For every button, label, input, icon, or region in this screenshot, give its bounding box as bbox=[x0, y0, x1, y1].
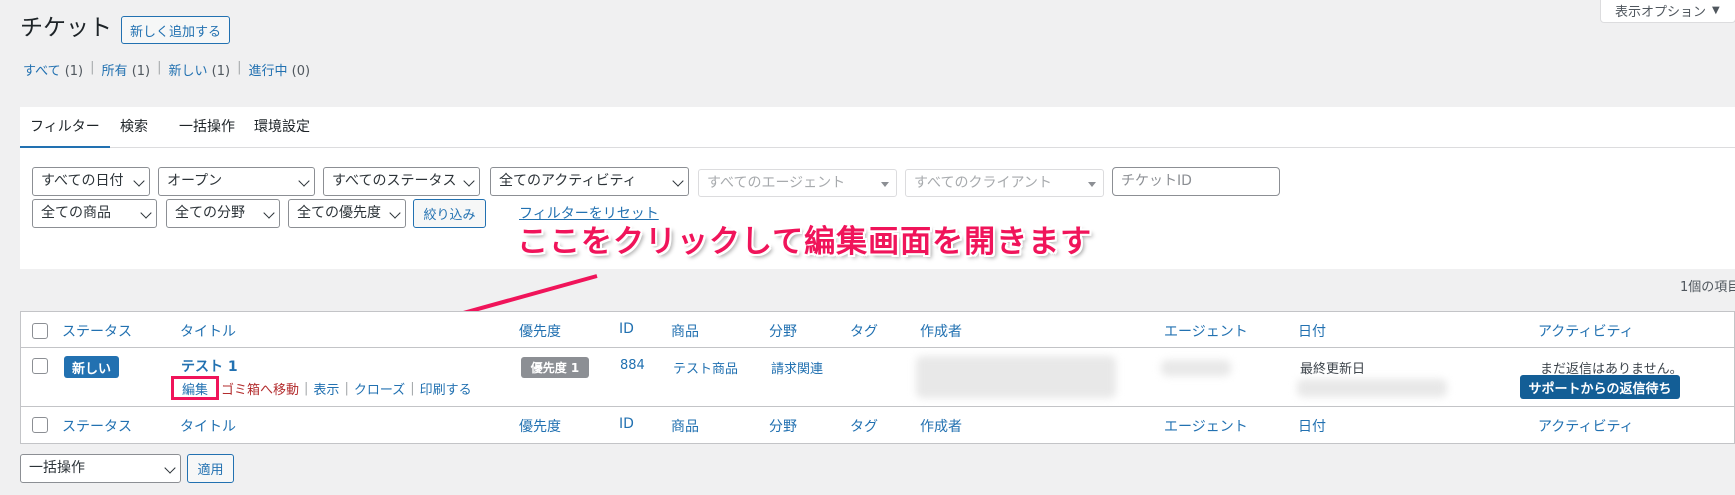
separator: | bbox=[157, 60, 162, 75]
caret-down-icon: ▼ bbox=[1712, 4, 1720, 16]
tab-bulk-actions[interactable]: 一括操作 bbox=[169, 107, 245, 148]
column-date[interactable]: 日付 bbox=[1298, 416, 1326, 436]
column-date[interactable]: 日付 bbox=[1298, 321, 1326, 341]
status-badge: 新しい bbox=[64, 356, 119, 378]
page-title: チケット bbox=[20, 15, 112, 41]
column-tags[interactable]: タグ bbox=[850, 321, 878, 341]
print-link[interactable]: 印刷する bbox=[420, 379, 472, 398]
tickets-table: ステータス タイトル 優先度 ID 商品 分野 タグ 作成者 エージェント 日付… bbox=[20, 311, 1735, 444]
view-mine-link[interactable]: 所有 (1) bbox=[102, 60, 151, 79]
date-filter-select[interactable]: すべての日付 bbox=[32, 167, 150, 196]
edit-highlight-box: 編集 bbox=[171, 376, 220, 400]
view-all-link[interactable]: すべて (1) bbox=[23, 60, 83, 79]
close-link[interactable]: クローズ bbox=[354, 379, 405, 398]
trash-link[interactable]: ゴミ箱へ移動 bbox=[221, 379, 299, 398]
date-label: 最終更新日 bbox=[1300, 362, 1366, 377]
column-author[interactable]: 作成者 bbox=[920, 321, 962, 341]
date-redacted bbox=[1297, 379, 1447, 397]
instruction-annotation: ここをクリックして編集画面を開きます bbox=[517, 224, 1093, 260]
items-count: 1個の項目 bbox=[1680, 280, 1735, 295]
state-filter-select[interactable]: オープン bbox=[158, 167, 315, 196]
select-all-checkbox-bottom[interactable] bbox=[32, 417, 48, 433]
column-id[interactable]: ID bbox=[619, 321, 634, 337]
chevron-down-icon bbox=[298, 175, 310, 187]
column-id[interactable]: ID bbox=[619, 416, 634, 432]
column-status[interactable]: ステータス bbox=[62, 321, 132, 341]
column-activity[interactable]: アクティビティ bbox=[1538, 321, 1634, 341]
category-filter-select[interactable]: 全ての分野 bbox=[166, 199, 280, 228]
priority-filter-select[interactable]: 全ての優先度 bbox=[288, 199, 406, 228]
separator: | bbox=[90, 60, 95, 75]
filter-tabs: フィルター 検索 一括操作 環境設定 bbox=[20, 107, 1735, 148]
separator: | bbox=[304, 380, 309, 396]
ticket-title-link[interactable]: テスト 1 bbox=[181, 356, 238, 376]
chevron-down-icon bbox=[133, 175, 145, 187]
ticket-id-input[interactable]: チケットID bbox=[1112, 167, 1280, 196]
view-link[interactable]: 表示 bbox=[313, 379, 339, 398]
caret-down-icon bbox=[881, 182, 889, 187]
column-agent[interactable]: エージェント bbox=[1164, 416, 1248, 436]
edit-link[interactable]: 編集 bbox=[182, 379, 208, 398]
chevron-down-icon bbox=[463, 175, 475, 187]
product-link[interactable]: テスト商品 bbox=[673, 358, 738, 377]
ticket-id-link[interactable]: 884 bbox=[620, 358, 645, 373]
bulk-apply-button[interactable]: 適用 bbox=[187, 454, 234, 483]
category-link[interactable]: 請求関連 bbox=[771, 358, 823, 377]
view-in-progress-link[interactable]: 進行中 (0) bbox=[248, 60, 310, 79]
apply-filter-button[interactable]: 絞り込み bbox=[413, 199, 486, 228]
column-author[interactable]: 作成者 bbox=[920, 416, 962, 436]
separator: | bbox=[344, 380, 349, 396]
agent-filter-select[interactable]: すべてのエージェント bbox=[698, 169, 897, 197]
chevron-down-icon bbox=[164, 462, 176, 474]
add-new-button[interactable]: 新しく追加する bbox=[121, 16, 230, 44]
column-product[interactable]: 商品 bbox=[671, 416, 699, 436]
row-checkbox[interactable] bbox=[32, 358, 48, 374]
screen-options-button[interactable]: 表示オプション ▼ bbox=[1600, 0, 1735, 23]
row-actions: 編集 ゴミ箱へ移動 | 表示 | クローズ | 印刷する bbox=[171, 376, 472, 400]
bulk-action-select[interactable]: 一括操作 bbox=[20, 454, 181, 483]
column-category[interactable]: 分野 bbox=[769, 321, 797, 341]
chevron-down-icon bbox=[263, 207, 275, 219]
author-redacted bbox=[916, 356, 1116, 398]
status-filter-select[interactable]: すべてのステータス bbox=[323, 167, 480, 196]
activity-filter-select[interactable]: 全てのアクティビティ bbox=[490, 167, 689, 196]
agent-redacted bbox=[1161, 360, 1231, 376]
priority-badge: 優先度 1 bbox=[521, 357, 589, 378]
column-activity[interactable]: アクティビティ bbox=[1538, 416, 1634, 436]
table-header: ステータス タイトル 優先度 ID 商品 分野 タグ 作成者 エージェント 日付… bbox=[21, 312, 1735, 348]
chevron-down-icon bbox=[389, 207, 401, 219]
column-priority[interactable]: 優先度 bbox=[519, 416, 561, 436]
column-agent[interactable]: エージェント bbox=[1164, 321, 1248, 341]
caret-down-icon bbox=[1088, 182, 1096, 187]
client-filter-select[interactable]: すべてのクライアント bbox=[905, 169, 1104, 197]
column-priority[interactable]: 優先度 bbox=[519, 321, 561, 341]
chevron-down-icon bbox=[140, 207, 152, 219]
column-status[interactable]: ステータス bbox=[62, 416, 132, 436]
status-views: すべて (1) | 所有 (1) | 新しい (1) | 進行中 (0) bbox=[23, 60, 310, 79]
table-row: 新しい テスト 1 編集 ゴミ箱へ移動 | 表示 | クローズ | 印刷する 優… bbox=[21, 348, 1735, 406]
table-footer: ステータス タイトル 優先度 ID 商品 分野 タグ 作成者 エージェント 日付… bbox=[21, 406, 1735, 442]
waiting-badge: サポートからの返信待ち bbox=[1520, 375, 1680, 399]
separator: | bbox=[410, 380, 415, 396]
column-title[interactable]: タイトル bbox=[180, 321, 236, 341]
column-title[interactable]: タイトル bbox=[180, 416, 236, 436]
select-all-checkbox[interactable] bbox=[32, 323, 48, 339]
screen-options-label: 表示オプション bbox=[1615, 4, 1707, 20]
tab-filter[interactable]: フィルター bbox=[20, 107, 110, 148]
product-filter-select[interactable]: 全ての商品 bbox=[32, 199, 157, 228]
column-category[interactable]: 分野 bbox=[769, 416, 797, 436]
tab-search[interactable]: 検索 bbox=[110, 107, 158, 148]
column-tags[interactable]: タグ bbox=[850, 416, 878, 436]
tab-preferences[interactable]: 環境設定 bbox=[244, 107, 320, 148]
view-new-link[interactable]: 新しい (1) bbox=[169, 60, 231, 79]
chevron-down-icon bbox=[672, 175, 684, 187]
column-product[interactable]: 商品 bbox=[671, 321, 699, 341]
separator: | bbox=[237, 60, 242, 75]
